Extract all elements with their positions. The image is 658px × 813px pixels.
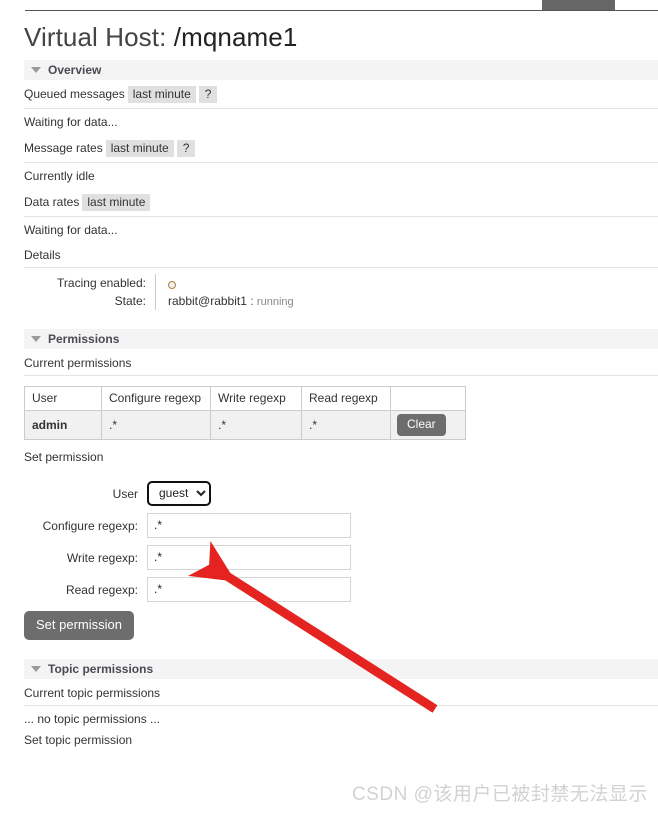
write-regexp-label: Write regexp: [66,550,138,565]
state-value: rabbit@rabbit1 : running [154,292,294,310]
section-header-topic-permissions[interactable]: Topic permissions [24,658,658,680]
tracing-enabled-value [154,274,294,292]
queued-messages-period-chip[interactable]: last minute [127,86,196,103]
state-node-name: rabbit@rabbit1 [168,294,247,308]
page-title-prefix: Virtual Host: [24,22,174,52]
tracing-enabled-label: Tracing enabled: [57,276,146,290]
small-circle-icon [168,280,176,289]
read-regexp-label: Read regexp: [65,582,138,597]
column-header-user: User [24,386,102,411]
column-header-read-regexp: Read regexp [301,386,391,411]
details-row-state: State: rabbit@rabbit1 : running [24,292,294,310]
details-table: Tracing enabled: State: rabbit@rabbit1 :… [24,274,294,310]
cell-write-regexp: .* [210,409,302,441]
read-regexp-input[interactable] [147,577,351,603]
configure-regexp-input[interactable] [147,513,351,539]
data-rates-status: Waiting for data... [24,223,118,237]
queued-messages-help-icon[interactable]: ? [198,86,218,103]
watermark-text: CSDN @该用户已被封禁无法显示 [352,784,648,805]
details-label: Details [24,242,658,268]
section-label-overview: Overview [48,63,102,77]
data-rates-row: Data rates last minute [24,188,658,217]
message-rates-help-icon[interactable]: ? [176,140,196,157]
state-status-text: running [256,296,294,308]
topic-permissions-empty-message: ... no topic permissions ... [24,712,161,727]
set-topic-permission-label: Set topic permission [24,733,133,748]
section-header-permissions[interactable]: Permissions [24,328,658,349]
form-submit-area: Set permission [24,611,658,641]
message-rates-row: Message rates last minute? [24,134,658,163]
cell-read-regexp: .* [301,409,391,441]
column-header-write-regexp: Write regexp [210,386,302,411]
triangle-down-icon [31,335,41,342]
set-permission-form: User guest Configure regexp: Write regex… [0,481,658,641]
section-header-overview[interactable]: Overview [24,59,658,80]
set-permission-button[interactable]: Set permission [24,611,134,641]
virtual-host-name: /mqname1 [173,22,298,52]
write-regexp-input[interactable] [147,545,351,571]
data-rates-period-chip[interactable]: last minute [82,194,151,211]
page-title: Virtual Host: /mqname1 [0,12,658,55]
state-separator: : [250,294,254,308]
top-navigation-divider [25,10,658,11]
cell-configure-regexp: .* [101,409,211,441]
table-row: admin .* .* .* Clear [24,409,466,441]
user-label: User [112,486,138,501]
message-rates-label: Message rates [24,141,103,155]
cell-user: admin [24,409,102,441]
top-navigation-bar [0,0,658,12]
current-topic-permissions-label: Current topic permissions [24,679,658,707]
section-label-permissions: Permissions [48,332,120,346]
active-tab-indicator[interactable] [542,0,615,10]
cell-actions: Clear [390,409,466,441]
message-rates-status: Currently idle [24,169,95,183]
triangle-down-icon [31,666,41,673]
details-row-tracing: Tracing enabled: [24,274,294,292]
column-header-configure-regexp: Configure regexp [101,386,211,411]
form-row-configure-regexp: Configure regexp: [0,513,658,539]
queued-messages-label: Queued messages [24,87,125,101]
message-rates-period-chip[interactable]: last minute [105,140,174,157]
form-row-user: User guest [0,481,658,507]
column-header-actions [390,386,466,411]
table-header-row: User Configure regexp Write regexp Read … [24,386,466,411]
current-permissions-table: User Configure regexp Write regexp Read … [24,386,466,441]
queued-messages-status: Waiting for data... [24,115,118,129]
page-content: Virtual Host: /mqname1 Overview Queued m… [0,12,658,752]
data-rates-label: Data rates [24,195,80,209]
configure-regexp-label: Configure regexp: [42,518,138,533]
user-select[interactable]: guest [147,481,211,507]
state-label: State: [114,294,146,308]
form-row-read-regexp: Read regexp: [0,577,658,603]
section-label-topic-permissions: Topic permissions [48,662,154,677]
triangle-down-icon [31,66,41,73]
current-permissions-label: Current permissions [24,349,658,376]
queued-messages-row: Queued messages last minute? [24,80,658,109]
set-permission-label: Set permission [24,450,104,465]
form-row-write-regexp: Write regexp: [0,545,658,571]
clear-permission-button[interactable]: Clear [397,414,446,437]
